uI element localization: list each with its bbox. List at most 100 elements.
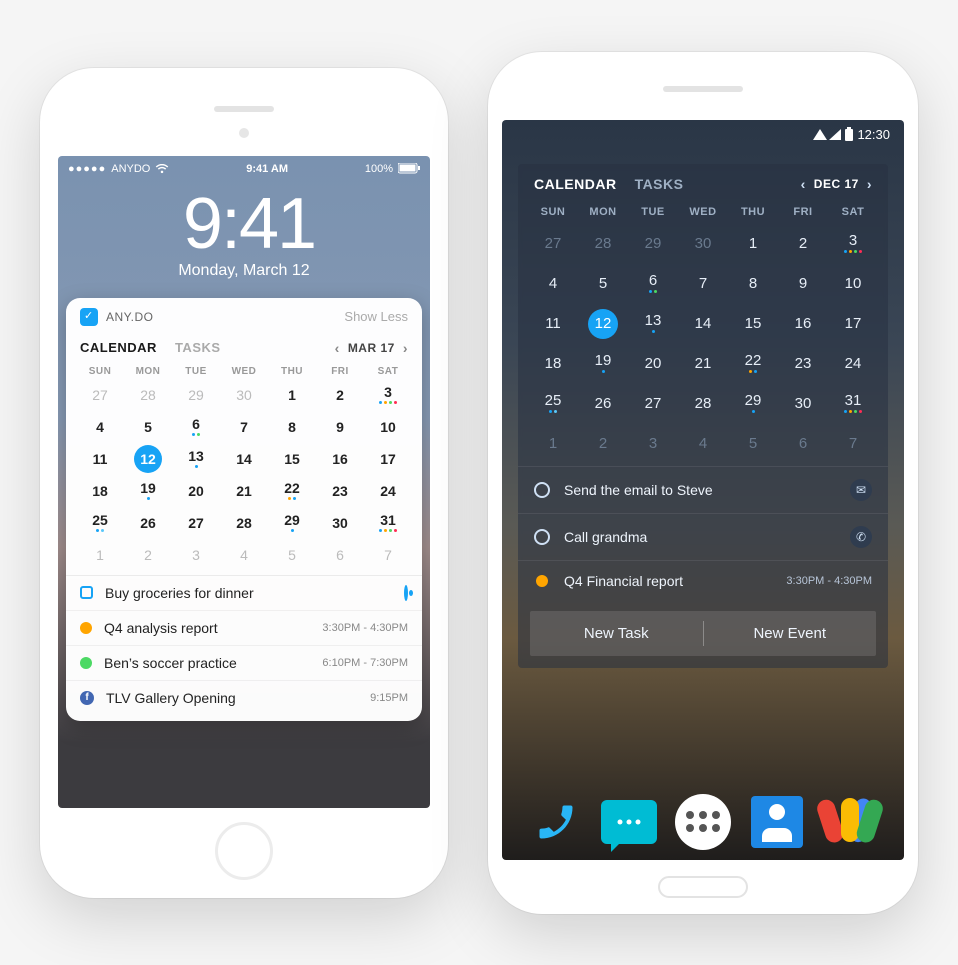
show-less-button[interactable]: Show Less [344,309,408,324]
widget-app[interactable]: ANY.DO [80,308,153,326]
calendar-day[interactable]: 30 [220,379,268,411]
calendar-day[interactable]: 13 [628,304,678,344]
calendar-day[interactable]: 5 [578,264,628,304]
calendar-day[interactable]: 2 [778,224,828,264]
calendar-day[interactable]: 23 [778,344,828,384]
calendar-day[interactable]: 6 [778,424,828,464]
calendar-day[interactable]: 10 [828,264,878,304]
calendar-day[interactable]: 30 [778,384,828,424]
calendar-day[interactable]: 24 [828,344,878,384]
calendar-day[interactable]: 11 [528,304,578,344]
calendar-day[interactable]: 6 [172,411,220,443]
tab-calendar[interactable]: CALENDAR [80,340,157,355]
next-month-button[interactable]: › [403,340,408,356]
calendar-day[interactable]: 8 [728,264,778,304]
calendar-day[interactable]: 27 [628,384,678,424]
calendar-day[interactable]: 4 [528,264,578,304]
dock-contacts-icon[interactable] [749,794,805,850]
calendar-day[interactable]: 12 [124,443,172,475]
tab-calendar[interactable]: CALENDAR [534,176,617,192]
calendar-day[interactable]: 28 [578,224,628,264]
calendar-day[interactable]: 2 [316,379,364,411]
calendar-day[interactable]: 3 [628,424,678,464]
home-indicator[interactable] [658,876,748,898]
calendar-day[interactable]: 20 [628,344,678,384]
calendar-day[interactable]: 20 [172,475,220,507]
calendar-day[interactable]: 11 [76,443,124,475]
calendar-day[interactable]: 18 [76,475,124,507]
calendar-day[interactable]: 7 [828,424,878,464]
new-task-button[interactable]: New Task [530,611,703,656]
mail-icon[interactable]: ✉ [850,479,872,501]
calendar-day[interactable]: 2 [578,424,628,464]
agenda-item[interactable]: Ben’s soccer practice6:10PM - 7:30PM [66,645,422,680]
agenda-item[interactable]: TLV Gallery Opening9:15PM [66,680,422,715]
calendar-day[interactable]: 15 [728,304,778,344]
calendar-day[interactable]: 18 [528,344,578,384]
home-button[interactable] [215,822,273,880]
calendar-day[interactable]: 6 [628,264,678,304]
calendar-day[interactable]: 14 [678,304,728,344]
calendar-day[interactable]: 15 [268,443,316,475]
agenda-item[interactable]: Q4 Financial report3:30PM - 4:30PM [518,560,888,601]
calendar-day[interactable]: 5 [124,411,172,443]
calendar-day[interactable]: 25 [76,507,124,539]
calendar-day[interactable]: 31 [828,384,878,424]
calendar-day[interactable]: 4 [678,424,728,464]
calendar-day[interactable]: 8 [268,411,316,443]
calendar-day[interactable]: 4 [220,539,268,571]
calendar-day[interactable]: 29 [728,384,778,424]
agenda-item[interactable]: Call grandma✆ [518,513,888,560]
calendar-day[interactable]: 28 [678,384,728,424]
calendar-day[interactable]: 10 [364,411,412,443]
agenda-item[interactable]: Send the email to Steve✉ [518,466,888,513]
calendar-day[interactable]: 2 [124,539,172,571]
calendar-day[interactable]: 25 [528,384,578,424]
calendar-day[interactable]: 31 [364,507,412,539]
next-month-button[interactable]: › [867,176,872,192]
calendar-day[interactable]: 29 [628,224,678,264]
calendar-day[interactable]: 23 [316,475,364,507]
calendar-day[interactable]: 14 [220,443,268,475]
prev-month-button[interactable]: ‹ [335,340,340,356]
calendar-day[interactable]: 24 [364,475,412,507]
calendar-day[interactable]: 3 [364,379,412,411]
calendar-day[interactable]: 7 [220,411,268,443]
prev-month-button[interactable]: ‹ [801,176,806,192]
calendar-day[interactable]: 9 [778,264,828,304]
calendar-day[interactable]: 17 [828,304,878,344]
new-event-button[interactable]: New Event [704,611,877,656]
moment-icon[interactable] [404,585,408,601]
calendar-day[interactable]: 1 [76,539,124,571]
calendar-day[interactable]: 7 [364,539,412,571]
calendar-day[interactable]: 27 [76,379,124,411]
calendar-day[interactable]: 5 [268,539,316,571]
calendar-day[interactable]: 3 [828,224,878,264]
agenda-item[interactable]: Q4 analysis report3:30PM - 4:30PM [66,610,422,645]
calendar-day[interactable]: 26 [124,507,172,539]
dock-messages-icon[interactable] [601,794,657,850]
calendar-day[interactable]: 29 [268,507,316,539]
calendar-day[interactable]: 21 [678,344,728,384]
calendar-day[interactable]: 17 [364,443,412,475]
dock-apps-icon[interactable] [675,794,731,850]
calendar-day[interactable]: 22 [728,344,778,384]
calendar-day[interactable]: 1 [728,224,778,264]
calendar-day[interactable]: 30 [316,507,364,539]
calendar-day[interactable]: 30 [678,224,728,264]
tab-tasks[interactable]: TASKS [175,340,221,355]
dock-wallet-icon[interactable] [822,794,878,850]
calendar-day[interactable]: 12 [578,304,628,344]
calendar-day[interactable]: 16 [778,304,828,344]
calendar-day[interactable]: 26 [578,384,628,424]
agenda-item[interactable]: Buy groceries for dinner [66,575,422,610]
calendar-day[interactable]: 5 [728,424,778,464]
calendar-day[interactable]: 29 [172,379,220,411]
dock-phone-icon[interactable] [528,794,584,850]
calendar-day[interactable]: 3 [172,539,220,571]
calendar-day[interactable]: 27 [528,224,578,264]
calendar-day[interactable]: 28 [220,507,268,539]
calendar-day[interactable]: 4 [76,411,124,443]
calendar-day[interactable]: 9 [316,411,364,443]
calendar-day[interactable]: 6 [316,539,364,571]
